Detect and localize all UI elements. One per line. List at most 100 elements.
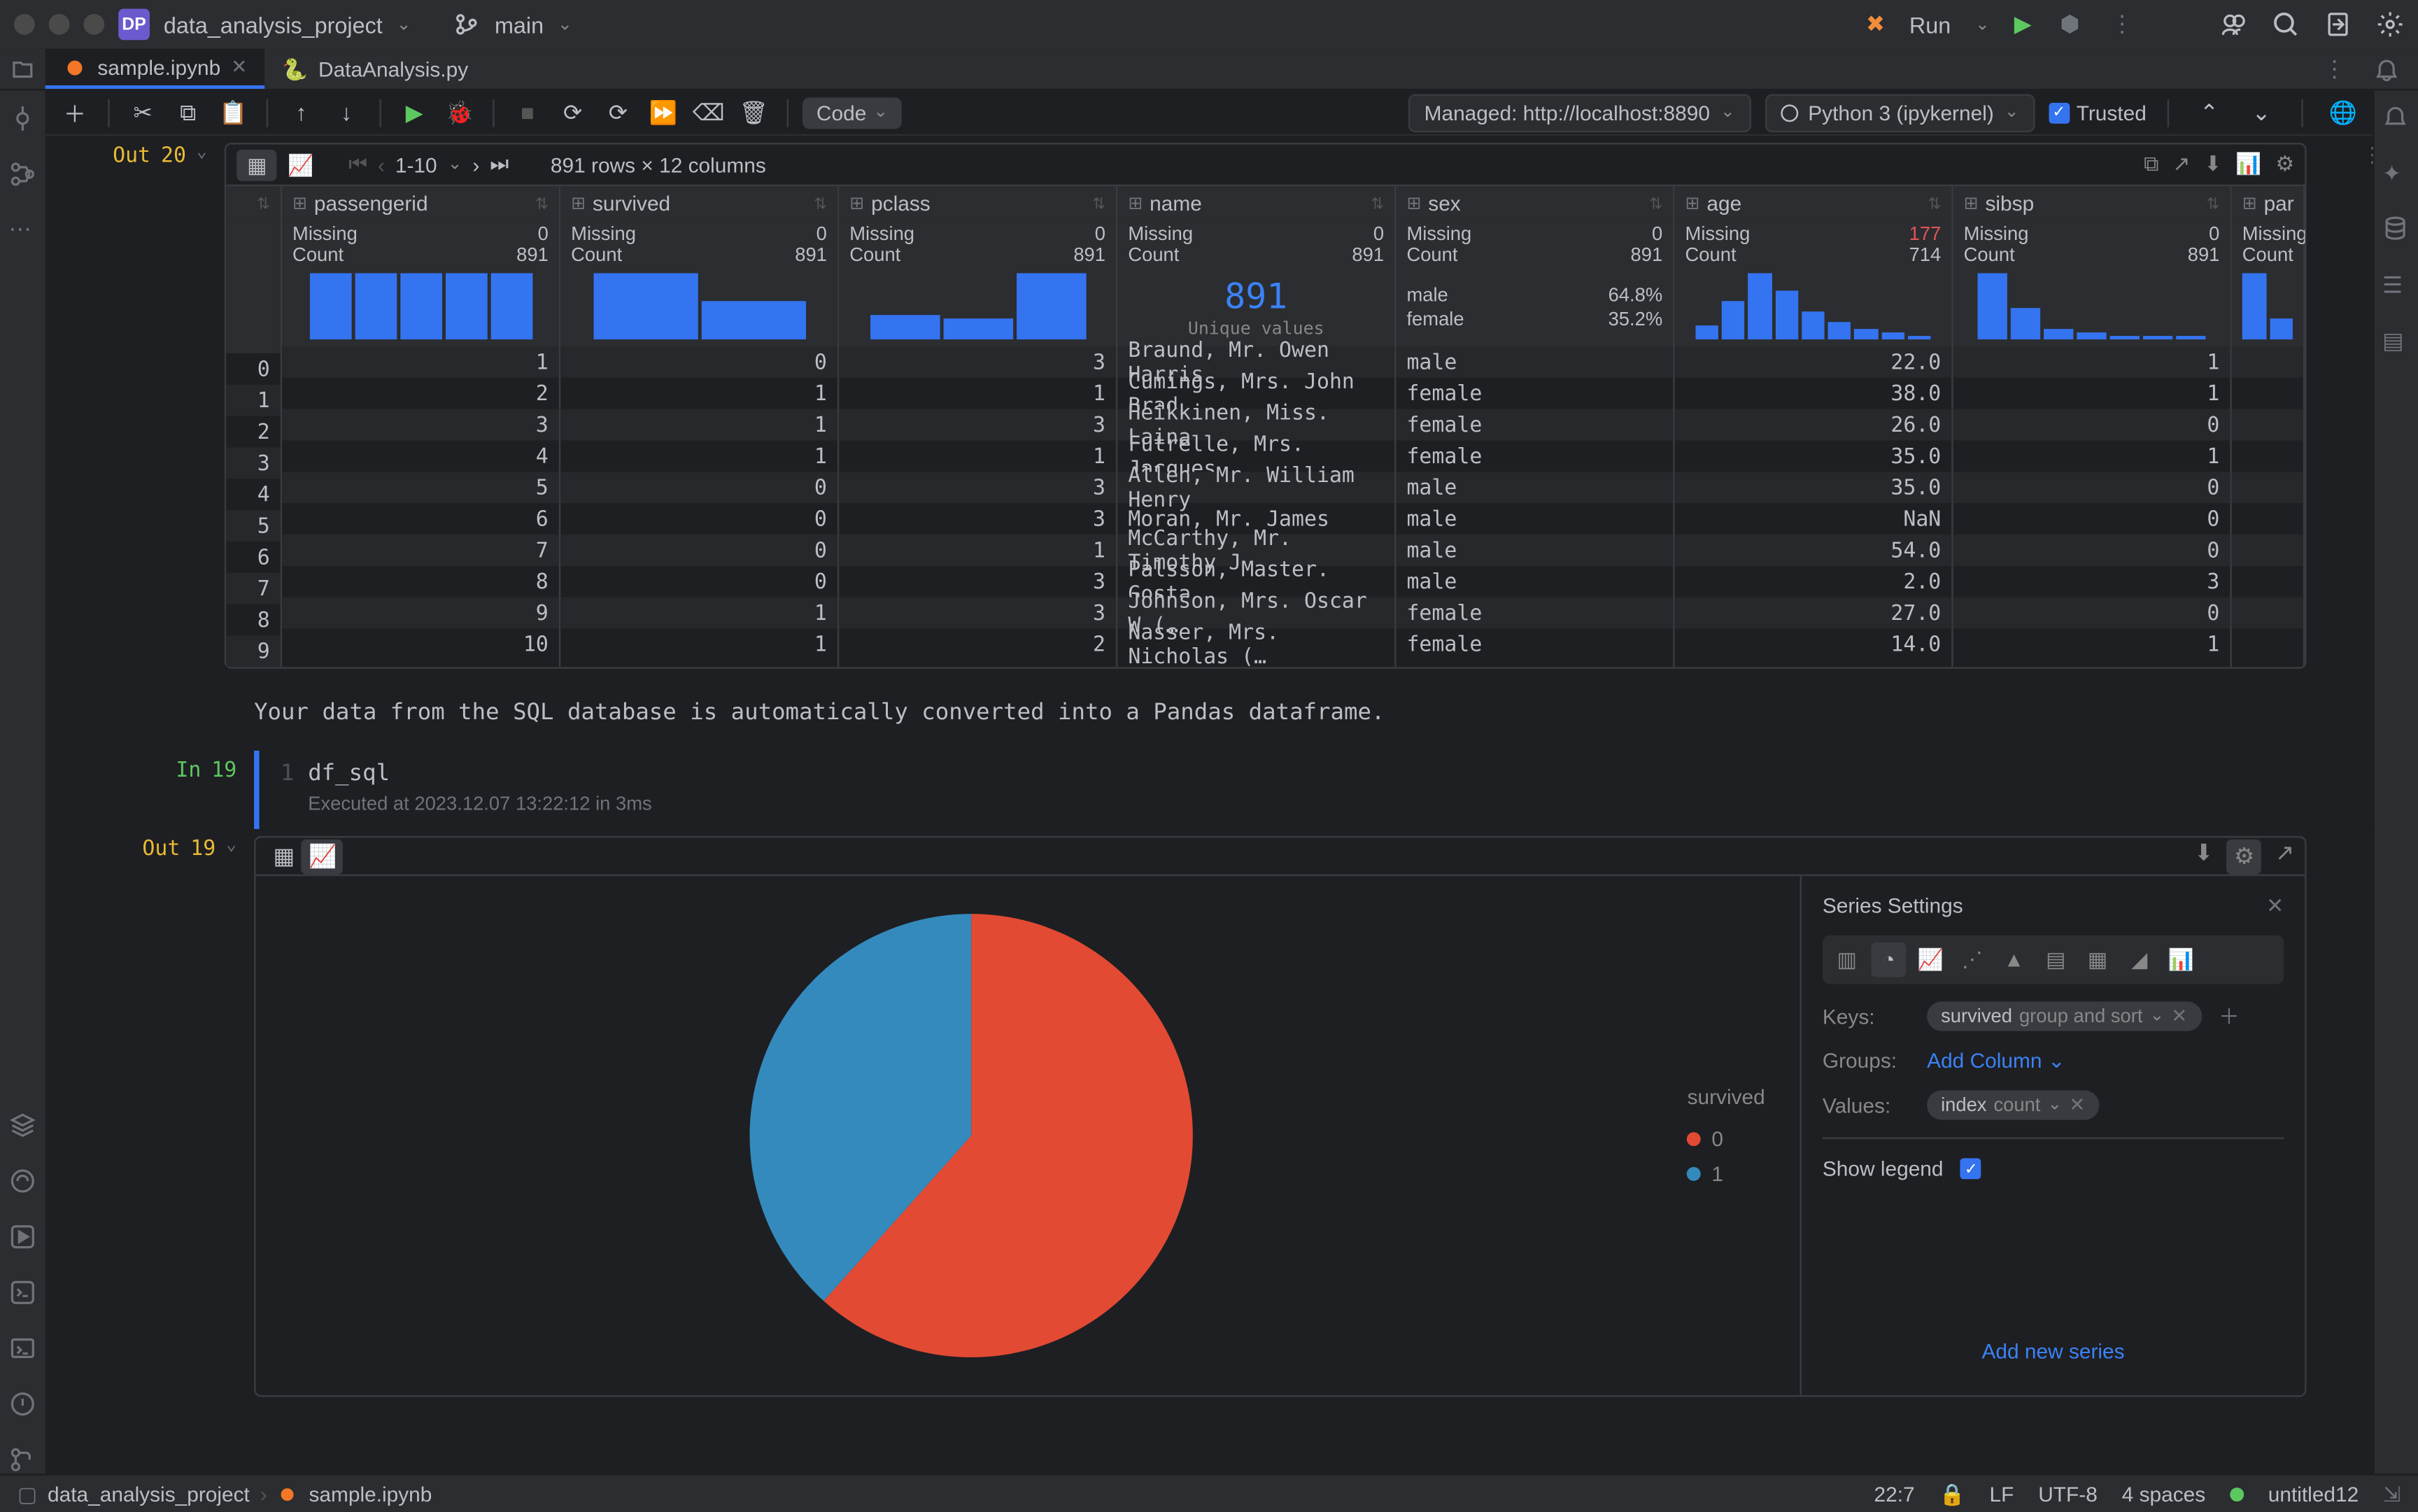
sort-icon[interactable]: ⇅ bbox=[1371, 195, 1384, 213]
data-cell[interactable]: 1 bbox=[560, 598, 837, 629]
column-header[interactable]: ⇅ bbox=[226, 186, 280, 221]
data-cell[interactable]: 3 bbox=[839, 472, 1116, 504]
close-icon[interactable]: ✕ bbox=[231, 56, 247, 78]
column-header[interactable]: ⊞age⇅ bbox=[1675, 186, 1952, 221]
data-cell[interactable]: 14.0 bbox=[1675, 629, 1952, 660]
sort-icon[interactable]: ⇅ bbox=[1928, 195, 1941, 213]
data-cell[interactable]: 35.0 bbox=[1675, 472, 1952, 504]
data-cell[interactable]: 38.0 bbox=[1675, 378, 1952, 409]
data-cell[interactable]: 3 bbox=[839, 409, 1116, 441]
data-cell[interactable]: 3 bbox=[226, 448, 280, 479]
stats-icon[interactable]: 📊 bbox=[2235, 152, 2261, 178]
data-cell[interactable]: 3 bbox=[839, 346, 1116, 378]
bar-chart-icon[interactable]: ▥ bbox=[1830, 942, 1865, 977]
column-header[interactable]: ⊞name⇅ bbox=[1117, 186, 1394, 221]
maximize-window-icon[interactable] bbox=[83, 14, 104, 35]
run-label[interactable]: Run bbox=[1909, 11, 1951, 37]
collapse-up-icon[interactable]: ⌃ bbox=[2190, 93, 2228, 132]
data-cell[interactable]: 0 bbox=[560, 472, 837, 504]
run-all-icon[interactable]: ⏩ bbox=[644, 93, 683, 132]
sort-icon[interactable]: ⇅ bbox=[257, 195, 270, 213]
data-cell[interactable]: 2 bbox=[282, 378, 559, 409]
tab-sample-ipynb[interactable]: sample.ipynb ✕ bbox=[45, 49, 264, 89]
last-page-icon[interactable]: ⏭ bbox=[490, 152, 509, 178]
prev-page-icon[interactable]: ‹ bbox=[378, 153, 385, 177]
keys-chip[interactable]: survived group and sort ⌄ ✕ bbox=[1927, 1002, 2201, 1031]
data-cell[interactable] bbox=[2232, 409, 2303, 441]
folder-icon[interactable]: ▢ bbox=[17, 1481, 37, 1506]
indent[interactable]: 4 spaces bbox=[2122, 1481, 2206, 1506]
data-cell[interactable] bbox=[2232, 566, 2303, 598]
data-cell[interactable]: 1 bbox=[1953, 441, 2230, 472]
data-cell[interactable]: 1 bbox=[839, 441, 1116, 472]
delete-icon[interactable]: 🗑 bbox=[735, 93, 773, 132]
data-cell[interactable]: female bbox=[1396, 629, 1673, 660]
services-icon[interactable] bbox=[8, 1167, 36, 1195]
data-cell[interactable]: 1 bbox=[1953, 629, 2230, 660]
more-icon[interactable]: ⋮ bbox=[2362, 143, 2373, 167]
chart-view-icon[interactable]: 📈 bbox=[288, 153, 313, 177]
data-cell[interactable]: 0 bbox=[1953, 535, 2230, 566]
data-cell[interactable]: NaN bbox=[1675, 504, 1952, 535]
collapse-icon[interactable]: ⌄ bbox=[226, 836, 236, 1397]
data-cell[interactable]: female bbox=[1396, 441, 1673, 472]
updates-icon[interactable] bbox=[2324, 10, 2352, 38]
pie-chart-icon[interactable]: ◔ bbox=[1872, 942, 1907, 977]
notifications-icon[interactable] bbox=[2373, 55, 2401, 83]
collab-icon[interactable] bbox=[2219, 10, 2247, 38]
data-cell[interactable]: 9 bbox=[282, 598, 559, 629]
settings-icon[interactable]: ⚙ bbox=[2227, 839, 2261, 874]
column-header[interactable]: ⊞survived⇅ bbox=[560, 186, 837, 221]
interpreter[interactable]: untitled12 bbox=[2268, 1481, 2359, 1506]
data-cell[interactable]: 0 bbox=[1953, 472, 2230, 504]
line-chart-icon[interactable]: 📈 bbox=[1913, 942, 1948, 977]
commit-icon[interactable] bbox=[8, 104, 36, 132]
data-cell[interactable]: male bbox=[1396, 566, 1673, 598]
paste-icon[interactable]: 📋 bbox=[214, 93, 253, 132]
cursor-position[interactable]: 22:7 bbox=[1874, 1481, 1915, 1506]
data-cell[interactable]: Nasser, Mrs. Nicholas (… bbox=[1117, 629, 1394, 660]
variables-icon[interactable]: 🌐 bbox=[2324, 93, 2363, 132]
data-cell[interactable] bbox=[2232, 504, 2303, 535]
values-chip[interactable]: index count ⌄ ✕ bbox=[1927, 1091, 2099, 1120]
kernel-pill[interactable]: Python 3 (ipykernel) ⌄ bbox=[1765, 93, 2035, 132]
data-cell[interactable]: 1 bbox=[560, 629, 837, 660]
download-icon[interactable]: ⬇ bbox=[2205, 152, 2222, 178]
stacked-area-icon[interactable]: ◢ bbox=[2122, 942, 2157, 977]
encoding[interactable]: UTF-8 bbox=[2038, 1481, 2098, 1506]
data-cell[interactable]: male bbox=[1396, 472, 1673, 504]
terminal-icon[interactable] bbox=[8, 1334, 36, 1362]
notifications-icon[interactable] bbox=[2382, 104, 2410, 132]
run-tool-icon[interactable] bbox=[8, 1223, 36, 1251]
data-cell[interactable]: 8 bbox=[226, 605, 280, 636]
chart-view-icon[interactable]: 📈 bbox=[302, 839, 344, 874]
data-cell[interactable]: 1 bbox=[282, 346, 559, 378]
trusted-toggle[interactable]: ✓ Trusted bbox=[2049, 100, 2147, 125]
table-view-icon[interactable]: ▦ bbox=[236, 149, 277, 181]
data-cell[interactable]: 10 bbox=[282, 629, 559, 660]
data-cell[interactable]: 0 bbox=[560, 504, 837, 535]
settings-icon[interactable]: ⚙ bbox=[2276, 152, 2295, 178]
play-icon[interactable]: ▶ bbox=[2014, 10, 2032, 38]
vars-icon[interactable]: ▤ bbox=[2382, 327, 2410, 355]
data-cell[interactable] bbox=[2232, 441, 2303, 472]
data-cell[interactable]: 35.0 bbox=[1675, 441, 1952, 472]
data-cell[interactable]: 27.0 bbox=[1675, 598, 1952, 629]
project-name[interactable]: data_analysis_project bbox=[164, 11, 383, 37]
line-separator[interactable]: LF bbox=[1990, 1481, 2014, 1506]
data-cell[interactable]: 2 bbox=[226, 416, 280, 448]
data-cell[interactable] bbox=[2232, 598, 2303, 629]
python-console-icon[interactable] bbox=[8, 1278, 36, 1306]
more-icon[interactable]: ⋮ bbox=[2108, 10, 2136, 38]
data-cell[interactable]: female bbox=[1396, 598, 1673, 629]
data-cell[interactable]: 2.0 bbox=[1675, 566, 1952, 598]
data-cell[interactable]: 1 bbox=[839, 535, 1116, 566]
branch-name[interactable]: main bbox=[495, 11, 544, 37]
cell-type-selector[interactable]: Code ⌄ bbox=[803, 97, 902, 128]
data-cell[interactable]: 4 bbox=[226, 479, 280, 511]
lock-icon[interactable]: 🔒 bbox=[1939, 1481, 1965, 1506]
data-cell[interactable] bbox=[2232, 629, 2303, 660]
chevron-down-icon[interactable]: ⌄ bbox=[1975, 15, 1990, 34]
database-icon[interactable] bbox=[2382, 216, 2410, 244]
stop-icon[interactable]: ■ bbox=[509, 93, 547, 132]
